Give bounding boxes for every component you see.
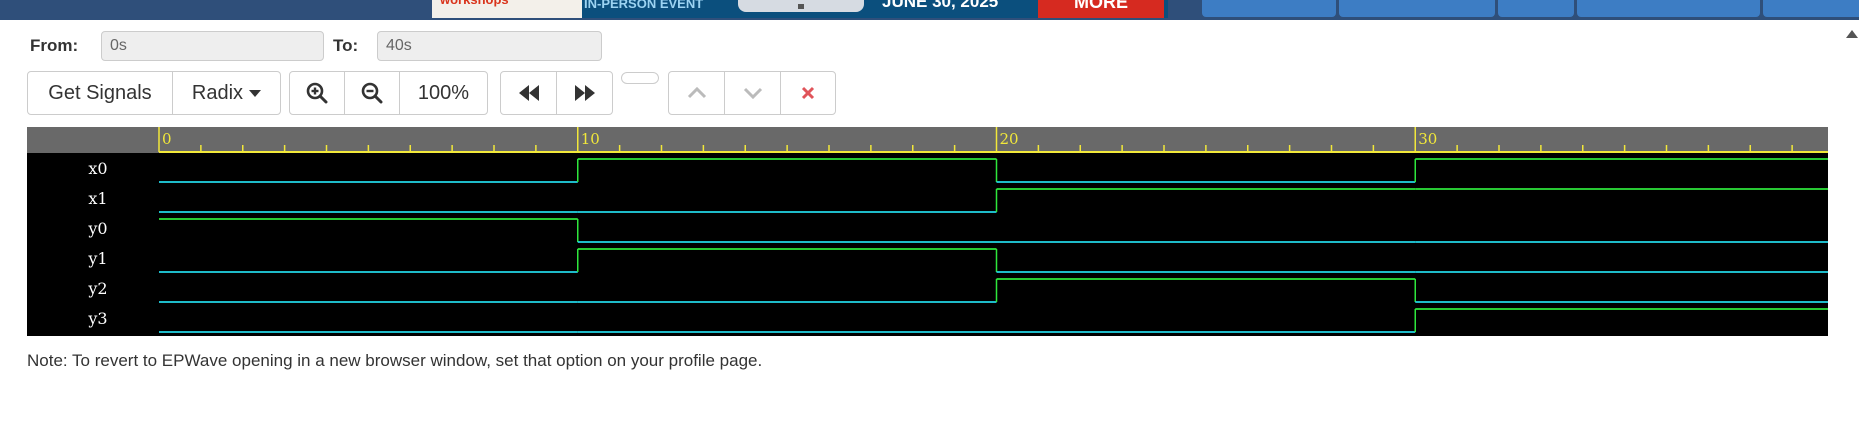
nav-tab[interactable] — [1763, 0, 1859, 17]
zoom-in-button[interactable] — [289, 71, 345, 115]
signal-name-y2[interactable]: y2 — [87, 279, 107, 298]
time-ruler-background — [27, 127, 1828, 153]
jump-backward-button[interactable] — [500, 71, 557, 115]
chevron-up-icon — [687, 87, 706, 99]
close-icon — [801, 86, 815, 100]
signal-traces — [159, 158, 1828, 333]
epwave-note: Note: To revert to EPWave opening in a n… — [27, 351, 763, 370]
zoom-in-icon — [306, 82, 328, 104]
signal-trace-y1[interactable] — [159, 248, 1828, 273]
jump-forward-button[interactable] — [556, 71, 613, 115]
banner-slider-handle[interactable] — [738, 0, 864, 12]
toggle-pill-button[interactable] — [621, 72, 659, 84]
ruler-tick-label: 30 — [1418, 130, 1437, 148]
caret-down-icon — [249, 89, 262, 97]
nav-tabs — [1202, 0, 1859, 17]
zoom-out-icon — [361, 82, 383, 104]
signal-name-y0[interactable]: y0 — [87, 219, 107, 238]
move-down-button[interactable] — [724, 71, 781, 115]
signals-radix-group: Get Signals Radix — [27, 71, 281, 115]
remove-signal-button[interactable] — [780, 71, 836, 115]
from-label: From: — [30, 36, 79, 55]
scroll-up-icon[interactable] — [1846, 30, 1858, 38]
waveform-viewer[interactable]: 0 10 20 30 x0 x1 y0 y1 y2 y3 — [27, 127, 1828, 336]
signal-trace-x0[interactable] — [159, 158, 1828, 183]
ruler-tick-label: 20 — [1000, 130, 1019, 148]
nav-tab[interactable] — [1498, 0, 1574, 17]
get-signals-button[interactable]: Get Signals — [27, 71, 173, 115]
banner-text: IN-PERSON EVENT — [584, 0, 704, 11]
to-time-input[interactable] — [377, 31, 602, 61]
radix-label: Radix — [191, 81, 244, 104]
signal-name-y3[interactable]: y3 — [87, 309, 107, 328]
banner-logo: workshops — [432, 0, 582, 18]
nav-tab[interactable] — [1202, 0, 1336, 17]
backward-icon — [518, 85, 539, 101]
zoom-group: 100% — [289, 71, 488, 115]
radix-dropdown-button[interactable]: Radix — [172, 71, 281, 115]
navigate-group — [500, 71, 613, 115]
ruler-tick-label: 0 — [162, 130, 172, 148]
forward-icon — [574, 85, 595, 101]
to-label: To: — [333, 36, 359, 55]
event-banner-ad[interactable]: workshops IN-PERSON EVENT JUNE 30, 2025 … — [432, 0, 1168, 18]
signal-trace-y3[interactable] — [159, 308, 1828, 333]
zoom-out-button[interactable] — [344, 71, 400, 115]
signal-names: x0 x1 y0 y1 y2 y3 — [87, 159, 107, 328]
banner-more-button[interactable]: MORE — [1038, 0, 1164, 18]
signal-trace-y2[interactable] — [159, 278, 1828, 303]
ruler-tick-label: 10 — [581, 130, 600, 148]
nav-tab[interactable] — [1577, 0, 1760, 17]
move-up-button[interactable] — [668, 71, 725, 115]
signal-name-x1[interactable]: x1 — [88, 189, 107, 208]
chevron-down-icon — [743, 87, 762, 99]
top-banner-strip: workshops IN-PERSON EVENT JUNE 30, 2025 … — [0, 0, 1859, 20]
signal-trace-y0[interactable] — [159, 218, 1828, 243]
signal-name-x0[interactable]: x0 — [88, 159, 107, 178]
from-time-input[interactable] — [101, 31, 324, 61]
signal-name-y1[interactable]: y1 — [87, 249, 107, 268]
banner-date: JUNE 30, 2025 — [882, 0, 999, 11]
nav-tab[interactable] — [1339, 0, 1495, 17]
signal-trace-x1[interactable] — [159, 188, 1828, 213]
zoom-level-button[interactable]: 100% — [399, 71, 488, 115]
signal-order-group — [668, 71, 836, 115]
